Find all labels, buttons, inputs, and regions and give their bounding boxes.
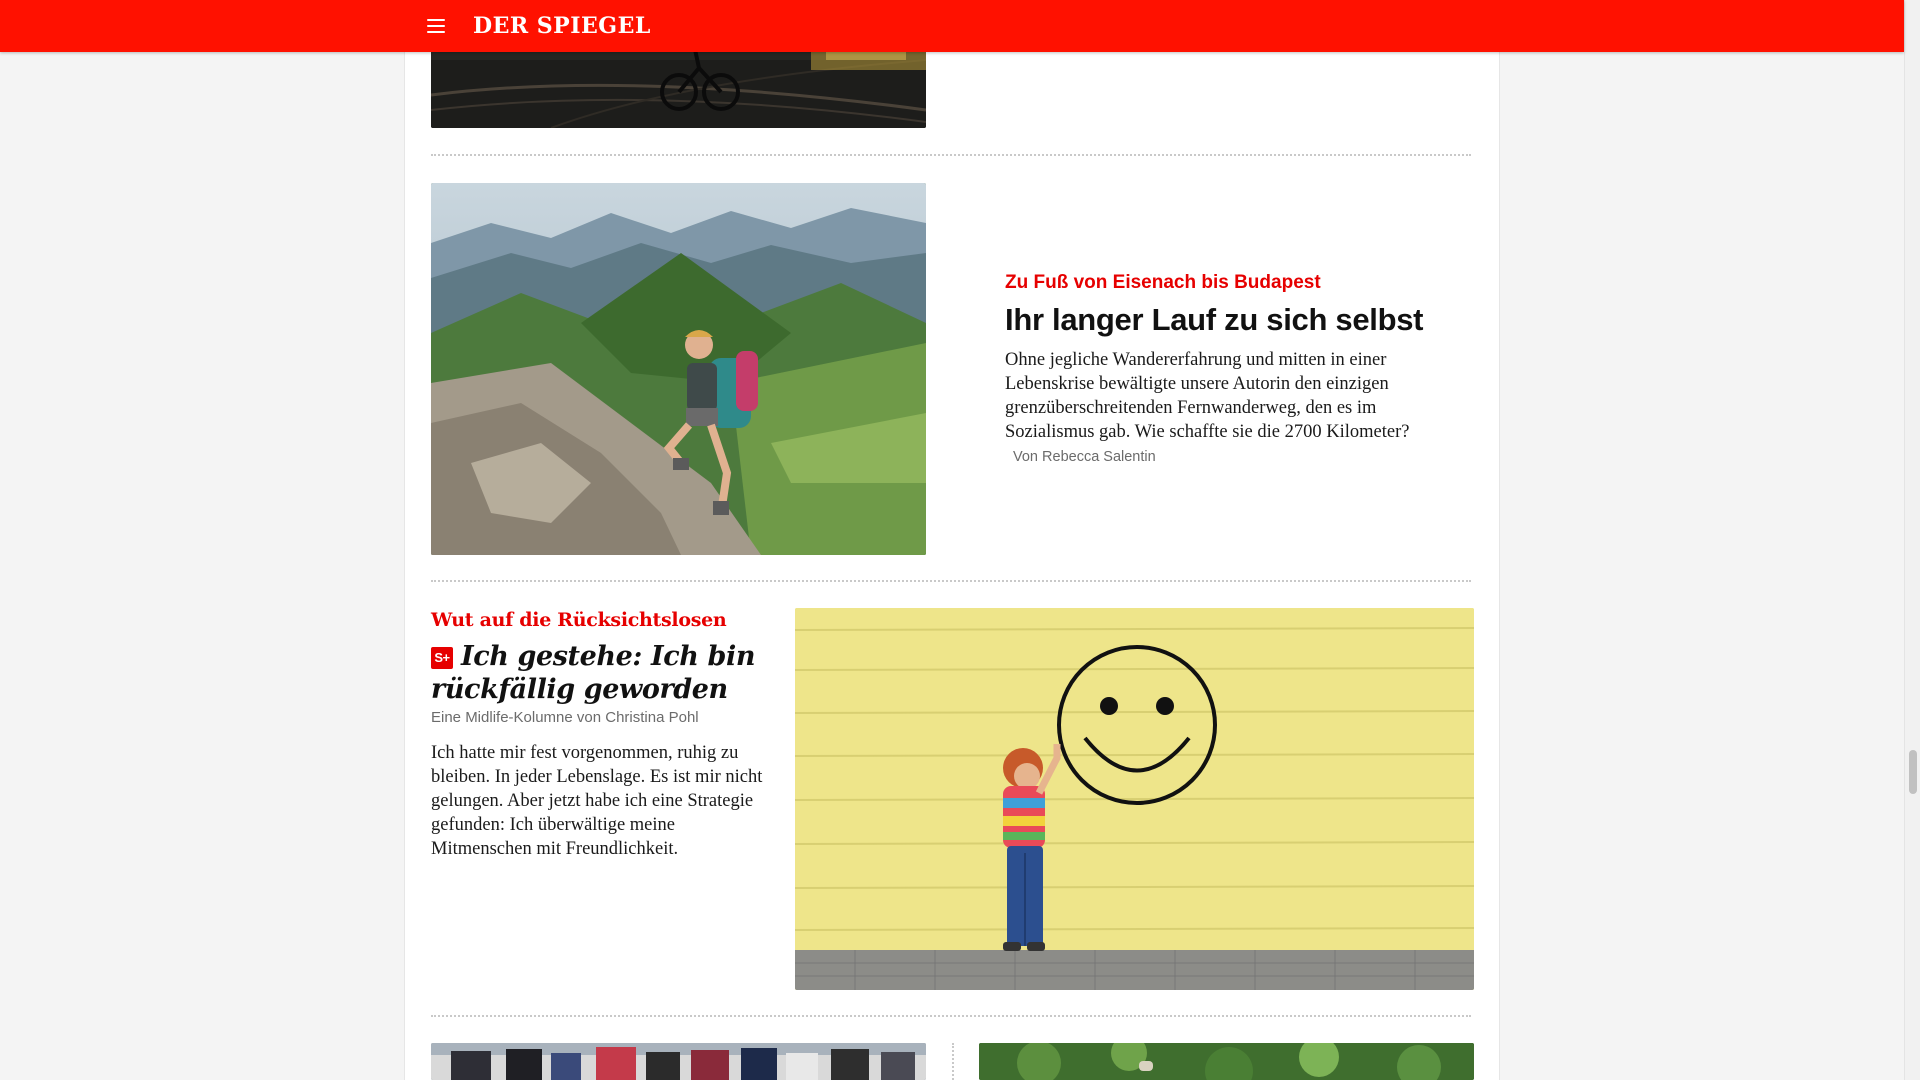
article-byline: Von Rebecca Salentin [1013,449,1156,465]
article-image-crowd[interactable] [431,1043,926,1080]
hamburger-menu-icon[interactable] [425,16,447,36]
article-byline: Eine Midlife-Kolumne von Christina Pohl [431,709,699,726]
divider-vertical [952,1043,954,1080]
divider [431,154,1471,156]
article-teaser-text: Ohne jegliche Wandererfahrung und mitten… [1005,350,1410,442]
scrollbar[interactable] [1904,0,1920,1080]
divider [431,580,1471,582]
scrollbar-thumb[interactable] [1909,750,1917,794]
article-kicker[interactable]: Zu Fuß von Eisenach bis Budapest [1005,271,1321,295]
site-logo[interactable]: DER SPIEGEL [473,12,651,40]
article-title[interactable]: S+ Ich gestehe: Ich bin rückfällig geword… [431,640,771,706]
article-image-smiley-wall[interactable] [795,608,1474,990]
spiegel-plus-badge: S+ [431,647,453,669]
article-title-text: Ich gestehe: Ich bin rückfällig geworden [431,641,756,705]
article-image-nature[interactable] [979,1043,1474,1080]
site-header: DER SPIEGEL [0,0,1904,52]
article-teaser[interactable]: Ohne jegliche Wandererfahrung und mitten… [1005,348,1425,469]
article-image-hiker[interactable] [431,183,926,555]
article-title[interactable]: Ihr langer Lauf zu sich selbst [1005,301,1465,339]
article-teaser[interactable]: Ich hatte mir fest vorgenommen, ruhig zu… [431,741,776,861]
divider [431,1015,1471,1017]
article-kicker[interactable]: Wut auf die Rücksichtslosen [431,608,727,632]
